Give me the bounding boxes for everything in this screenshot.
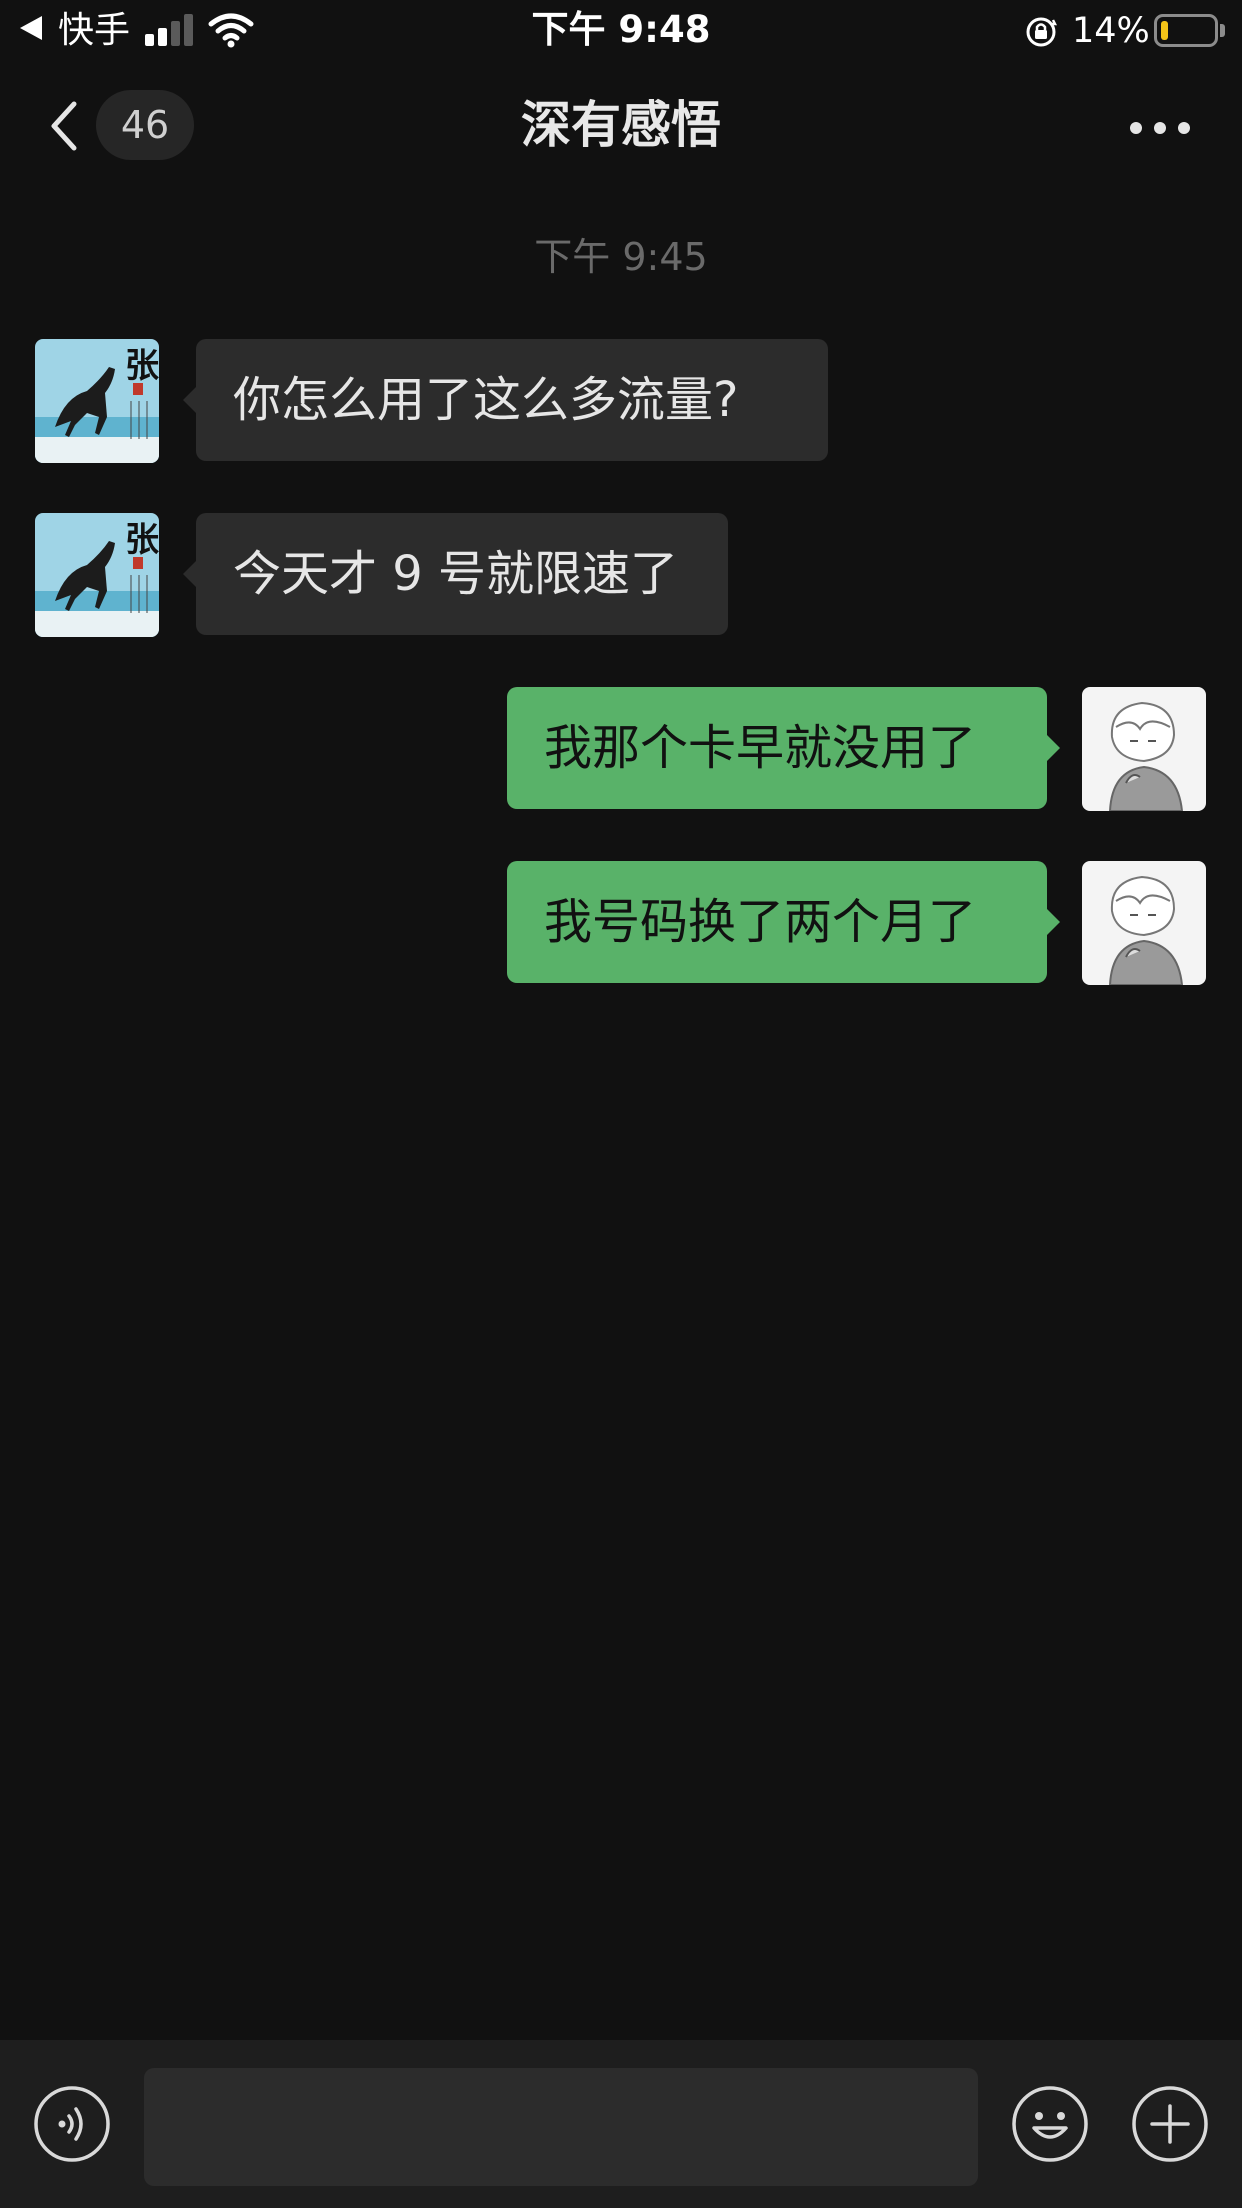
more-icon[interactable] <box>1120 102 1200 152</box>
orientation-lock-icon <box>1026 17 1058 47</box>
message-input[interactable] <box>144 2068 978 2186</box>
contact-avatar[interactable]: 张 <box>35 513 159 637</box>
outgoing-message-bubble[interactable]: 我号码换了两个月了 <box>507 861 1060 983</box>
chat-header: 46 深有感悟 <box>0 62 1242 192</box>
user-avatar[interactable] <box>1082 861 1206 985</box>
svg-text:张: 张 <box>125 520 159 560</box>
back-chevron-icon[interactable] <box>44 98 88 154</box>
message-text: 今天才 9 号就限速了 <box>233 546 679 602</box>
message-text: 我号码换了两个月了 <box>544 894 977 950</box>
message-text: 你怎么用了这么多流量? <box>233 372 739 428</box>
incoming-message-bubble[interactable]: 今天才 9 号就限速了 <box>183 513 728 635</box>
message-text: 我那个卡早就没用了 <box>544 720 977 776</box>
outgoing-message-bubble[interactable]: 我那个卡早就没用了 <box>507 687 1060 809</box>
chat-screen: 快手 下午 9:48 14% 46 深有感悟 下午 9:45 张 你怎么用了这么… <box>0 0 1242 2208</box>
battery-icon <box>1154 14 1218 47</box>
battery-percent: 14% <box>1072 11 1150 51</box>
plus-icon[interactable] <box>1130 2084 1210 2164</box>
unread-count-badge[interactable]: 46 <box>96 90 194 160</box>
voice-icon[interactable] <box>32 2084 112 2164</box>
status-bar: 快手 下午 9:48 14% <box>0 0 1242 62</box>
emoji-icon[interactable] <box>1010 2084 1090 2164</box>
user-avatar[interactable] <box>1082 687 1206 811</box>
input-bar <box>0 2040 1242 2208</box>
svg-text:张: 张 <box>125 346 159 386</box>
contact-avatar[interactable]: 张 <box>35 339 159 463</box>
message-timestamp: 下午 9:45 <box>534 235 708 279</box>
battery-tip <box>1220 24 1225 37</box>
battery-level <box>1161 21 1168 40</box>
incoming-message-bubble[interactable]: 你怎么用了这么多流量? <box>183 339 828 461</box>
